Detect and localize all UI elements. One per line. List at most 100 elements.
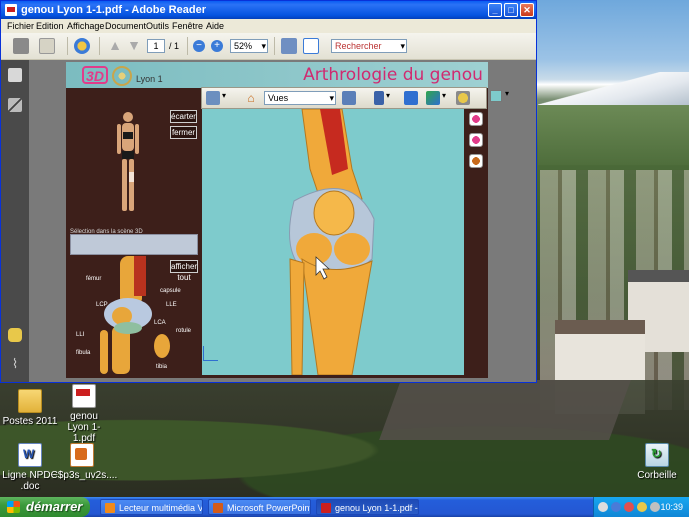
lyon-logo-icon [112,66,132,86]
3d-parts-strip [464,109,488,375]
chevron-down-icon[interactable]: ▾ [505,89,509,98]
close-3d-button[interactable]: fermer [170,126,197,139]
fit-page-icon[interactable] [281,38,297,54]
chevron-down-icon[interactable]: ▾ [222,91,226,100]
wallpaper-roof [379,380,631,440]
zoom-out-icon[interactable]: − [193,40,205,52]
start-button[interactable]: démarrer [0,497,90,517]
comments-icon[interactable] [8,328,22,342]
lighting-icon[interactable] [426,91,440,105]
taskbar: démarrer Lecteur multimédia VLC Microsof… [0,497,689,517]
paperclip-icon[interactable]: ⌇ [8,357,22,371]
knee-label[interactable]: LLE [166,302,177,308]
knee-label[interactable]: capsule [160,288,181,294]
desktop-icon-ligne-npdc[interactable]: Ligne NPDC .doc [0,443,60,492]
tray-icon[interactable] [611,502,621,512]
3d-logo: 3D [82,66,108,84]
pdf-icon [72,384,96,408]
show-all-button[interactable]: afficher tout [170,260,198,282]
rotate-tool-icon[interactable] [206,91,220,105]
pages-panel-icon[interactable] [8,68,22,82]
tray-icon[interactable] [637,502,647,512]
menu-document[interactable]: Document [105,19,146,33]
knee-label[interactable]: fibula [76,350,90,356]
tray-icon[interactable] [598,502,608,512]
email-icon[interactable] [39,38,55,54]
knee-label[interactable]: LCA [154,320,166,326]
toolbar-separator [67,37,68,55]
desktop-icon-label: Ligne NPDC .doc [2,470,58,492]
menu-affichage[interactable]: Affichage [67,19,104,33]
background-color-swatch[interactable] [490,90,502,102]
page-number-input[interactable]: 1 [147,39,165,53]
chevron-down-icon[interactable]: ▾ [442,91,446,100]
task-label: Lecteur multimédia VLC [119,503,203,513]
task-vlc[interactable]: Lecteur multimédia VLC [100,499,203,515]
task-adobe-reader[interactable]: genou Lyon 1-1.pdf -... [316,499,419,515]
menu-outils[interactable]: Outils [146,19,169,33]
system-tray: 10:39 [593,497,689,517]
desktop-icon-label: Postes 2011 [2,416,58,427]
views-select[interactable]: Vues [264,91,336,105]
zoom-in-icon[interactable]: + [211,40,223,52]
maximize-button[interactable]: □ [504,3,518,17]
folder-icon [18,389,42,413]
document-title: Arthrologie du genou [303,65,483,85]
views-select-value: Vues [268,93,289,103]
wallpaper-hill [538,105,689,165]
spread-button[interactable]: écarter [170,110,197,123]
adobe-reader-icon [5,4,17,16]
part-toggle-icon[interactable] [469,133,483,147]
knee-label[interactable]: rotule [176,328,191,334]
part-toggle-icon[interactable] [469,112,483,126]
3d-viewer-canvas[interactable] [202,109,464,375]
render-mode-icon[interactable] [404,91,418,105]
selection-field[interactable] [70,234,198,255]
collaborate-icon[interactable] [74,38,90,54]
home-view-icon[interactable]: ⌂ [244,91,258,105]
close-button[interactable]: ✕ [520,3,534,17]
word-doc-icon [18,443,42,467]
human-body-figure[interactable] [114,110,142,214]
start-label: démarrer [26,499,83,514]
knee-label[interactable]: tibia [156,364,167,370]
attachments-disabled-icon[interactable] [8,98,22,112]
minimize-button[interactable]: _ [488,3,502,17]
chevron-down-icon[interactable]: ▾ [386,91,390,100]
search-placeholder: Rechercher [335,41,382,51]
desktop-icon-postes-2011[interactable]: Postes 2011 [0,389,60,427]
full-screen-icon[interactable] [303,38,319,54]
knee-label[interactable]: LCP [96,302,108,308]
knee-label[interactable]: fémur [86,276,101,282]
desktop-icon-genou-pdf[interactable]: genou Lyon 1-1.pdf [54,384,114,444]
model-tree-icon[interactable] [342,91,356,105]
windows-flag-icon [7,501,20,513]
menubar: Fichier Edition Affichage Document Outil… [1,19,536,33]
cross-section-icon[interactable] [456,91,470,105]
org-name: Lyon 1 [136,74,163,84]
volume-icon[interactable] [650,502,660,512]
vlc-icon [105,503,115,513]
axis-indicator-icon [203,346,218,361]
search-input[interactable]: Rechercher ▾ [331,39,407,53]
menu-aide[interactable]: Aide [206,19,224,33]
zoom-value: 52% [234,41,253,51]
next-page-icon[interactable]: ▼ [126,38,142,54]
menu-fenetre[interactable]: Fenêtre [172,19,203,33]
previous-page-icon[interactable]: ▲ [107,38,123,54]
task-powerpoint[interactable]: Microsoft PowerPoint .... [208,499,311,515]
part-toggle-icon[interactable] [469,154,483,168]
desktop-icon-corbeille[interactable]: Corbeille [627,443,687,481]
clock[interactable]: 10:39 [660,497,683,517]
projection-icon[interactable] [374,91,384,105]
tray-icon[interactable] [624,502,634,512]
desktop-icon-label: genou Lyon 1-1.pdf [67,411,101,444]
zoom-select[interactable]: 52% ▾ [230,39,268,53]
knee-label[interactable]: LLI [76,332,84,338]
print-icon[interactable] [13,38,29,54]
knee-thumbnail[interactable]: afficher tout fémur capsule LLE LCP LCA … [70,256,198,374]
desktop-icon-ppt-temp[interactable]: ~$p3s_uv2s.... [52,443,117,481]
menu-edition[interactable]: Edition [36,19,64,33]
window-titlebar[interactable]: genou Lyon 1-1.pdf - Adobe Reader _ □ ✕ [1,1,536,19]
menu-fichier[interactable]: Fichier [7,19,34,33]
